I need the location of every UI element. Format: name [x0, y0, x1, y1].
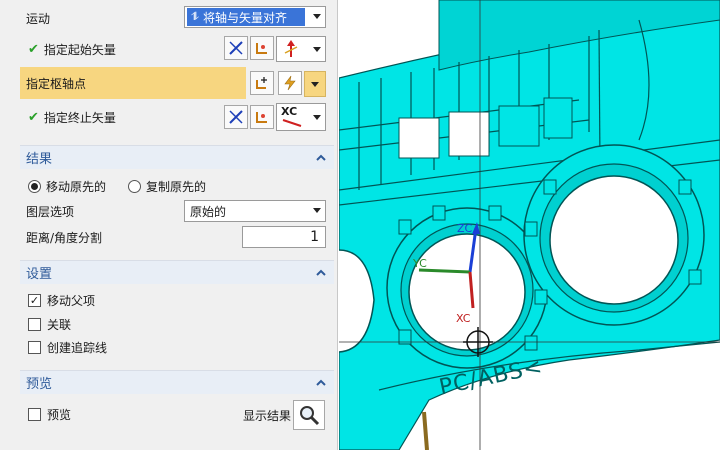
pivot-label: 指定枢轴点 [26, 76, 87, 91]
reverse-direction-button[interactable] [224, 36, 248, 60]
distance-label: 距离/角度分割 [26, 230, 103, 245]
result-options-row: 移动原先的 复制原先的 [20, 175, 326, 197]
dialog-panel: 运动 ⥮ 将轴与矢量对齐 ✔ 指定起始矢量 指定枢轴点 ✔ 指定终止矢量 XC … [0, 0, 338, 450]
check-icon: ✔ [28, 109, 39, 125]
chevron-down-icon [313, 115, 321, 120]
motion-selected-text: 将轴与矢量对齐 [203, 10, 288, 25]
motion-selected: ⥮ 将轴与矢量对齐 [187, 8, 305, 26]
xc-axis-label: XC [456, 312, 471, 325]
chevron-down-icon [313, 208, 321, 213]
settings-section-header[interactable]: 设置 [20, 260, 334, 284]
show-result-label: 显示结果 [243, 409, 292, 423]
preview-title: 预览 [26, 377, 53, 392]
move-original-label: 移动原先的 [46, 179, 107, 194]
chevron-down-icon [313, 47, 321, 52]
move-parent-label: 移动父项 [47, 293, 96, 308]
layer-option-dropdown[interactable]: 原始的 [184, 200, 326, 222]
point-plus-icon [256, 77, 267, 89]
lightning-icon [284, 75, 296, 91]
pivot-point-dialog-button[interactable] [250, 71, 274, 95]
zc-axis-label: ZC [457, 222, 473, 235]
point-dialog-button[interactable] [250, 36, 274, 60]
layer-option-value: 原始的 [190, 204, 227, 219]
xc-vector-icon [282, 119, 302, 127]
start-vector-dropdown[interactable] [276, 36, 326, 62]
preview-row: 预览 [20, 404, 240, 424]
move-parent-checkbox[interactable]: ✓ [28, 293, 41, 307]
move-parent-row: ✓ 移动父项 [20, 290, 326, 310]
associate-row: 关联 [20, 314, 326, 334]
yc-axis-label: YC [413, 257, 427, 270]
chevron-down-icon [311, 82, 319, 87]
motion-dropdown[interactable]: ⥮ 将轴与矢量对齐 [184, 6, 326, 28]
check-icon: ✔ [28, 41, 39, 57]
create-trace-checkbox[interactable] [28, 340, 41, 354]
copy-original-radio[interactable] [128, 179, 142, 193]
create-trace-label: 创建追踪线 [47, 340, 108, 355]
copy-original-label: 复制原先的 [146, 179, 207, 194]
chevron-up-icon [316, 154, 326, 161]
align-axis-icon: ⥮ [191, 10, 199, 23]
reverse-direction-icon [229, 41, 243, 55]
reverse-direction-button[interactable] [224, 105, 248, 129]
move-original-radio[interactable] [28, 179, 41, 193]
result-title: 结果 [26, 152, 53, 167]
distance-value: 1 [310, 229, 319, 245]
cad-viewport[interactable]: ZC YC XC PC/ABS< [339, 0, 720, 450]
chevron-up-icon [316, 379, 326, 386]
chevron-up-icon [316, 269, 326, 276]
reverse-direction-icon [229, 110, 243, 124]
associate-checkbox[interactable] [28, 317, 41, 331]
magnifier-icon [300, 406, 320, 426]
settings-title: 设置 [26, 267, 53, 282]
point-dialog-icon [256, 112, 267, 123]
associate-label: 关联 [47, 317, 72, 332]
result-section-header[interactable]: 结果 [20, 145, 334, 169]
point-dialog-icon [256, 43, 267, 54]
inferred-point-button[interactable] [278, 71, 302, 95]
create-trace-row: 创建追踪线 [20, 337, 326, 357]
show-result-button[interactable] [293, 400, 325, 430]
start-vector-label: 指定起始矢量 [43, 42, 116, 57]
chevron-down-icon [313, 14, 321, 19]
end-vector-dropdown[interactable]: XC [276, 103, 326, 131]
distance-input[interactable]: 1 [242, 226, 326, 248]
layer-option-label: 图层选项 [26, 204, 75, 219]
xc-label: XC [281, 105, 298, 118]
point-dialog-button[interactable] [250, 105, 274, 129]
preview-checkbox[interactable] [28, 407, 41, 421]
motion-label: 运动 [26, 11, 51, 26]
preview-section-header[interactable]: 预览 [20, 370, 334, 394]
cad-model-graphic [339, 0, 720, 450]
vector-icon [284, 40, 298, 57]
pivot-dropdown-arrow[interactable] [304, 71, 326, 97]
pivot-row[interactable]: 指定枢轴点 [20, 67, 246, 99]
end-vector-label: 指定终止矢量 [43, 110, 116, 125]
preview-label: 预览 [47, 407, 72, 422]
